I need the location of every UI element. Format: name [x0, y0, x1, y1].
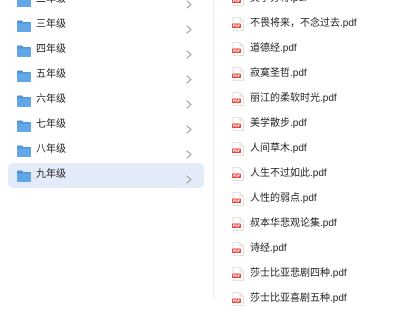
file-label: 丽江的柔软时光.pdf	[250, 93, 337, 104]
pdf-file-icon: PDF	[232, 142, 244, 156]
pdf-file-icon: PDF	[232, 192, 244, 206]
folder-item[interactable]: 九年级	[8, 163, 204, 188]
file-pane: PDF美学分得.pdfPDF不畏将来，不念过去.pdfPDF道德经.pdfPDF…	[214, 0, 400, 306]
folder-label: 八年级	[36, 144, 66, 155]
chevron-right-icon	[186, 0, 192, 9]
folder-icon	[17, 19, 31, 32]
folder-item[interactable]: 四年级	[8, 38, 204, 63]
folder-list: 二年级三年级四年级五年级六年级七年级八年级九年级	[8, 0, 204, 188]
file-item[interactable]: PDF 美学分得.pdf	[232, 0, 400, 12]
file-item[interactable]: PDF 莎士比亚悲剧四种.pdf	[232, 262, 400, 287]
chevron-right-icon	[186, 121, 192, 134]
folder-icon	[17, 119, 31, 132]
file-label: 诗经.pdf	[250, 243, 287, 254]
pdf-file-icon: PDF	[232, 292, 244, 306]
pdf-file-icon: PDF	[232, 117, 244, 131]
chevron-right-icon	[186, 96, 192, 109]
file-list: PDF美学分得.pdfPDF不畏将来，不念过去.pdfPDF道德经.pdfPDF…	[232, 0, 400, 312]
file-item[interactable]: PDF 不畏将来，不念过去.pdf	[232, 12, 400, 37]
pdf-file-icon: PDF	[232, 217, 244, 231]
file-item[interactable]: PDF 寂寞圣哲.pdf	[232, 62, 400, 87]
file-label: 寂寞圣哲.pdf	[250, 68, 307, 79]
chevron-right-icon	[186, 46, 192, 59]
folder-label: 四年级	[36, 44, 66, 55]
folder-item[interactable]: 三年级	[8, 13, 204, 38]
folder-icon	[17, 69, 31, 82]
svg-text:PDF: PDF	[233, 174, 241, 178]
svg-text:PDF: PDF	[233, 124, 241, 128]
file-item[interactable]: PDF 诗经.pdf	[232, 237, 400, 262]
pdf-file-icon: PDF	[232, 242, 244, 256]
svg-text:PDF: PDF	[233, 199, 241, 203]
svg-text:PDF: PDF	[233, 274, 241, 278]
file-item[interactable]: PDF 丽江的柔软时光.pdf	[232, 87, 400, 112]
file-item[interactable]: PDF 莎士比亚喜剧五种.pdf	[232, 287, 400, 312]
file-label: 莎士比亚悲剧四种.pdf	[250, 268, 347, 279]
pdf-file-icon: PDF	[232, 17, 244, 31]
file-item[interactable]: PDF 叔本华悲观论集.pdf	[232, 212, 400, 237]
chevron-right-icon	[186, 71, 192, 84]
folder-label: 五年级	[36, 69, 66, 80]
folder-item[interactable]: 六年级	[8, 88, 204, 113]
folder-item[interactable]: 七年级	[8, 113, 204, 138]
folder-icon	[17, 169, 31, 182]
svg-text:PDF: PDF	[233, 249, 241, 253]
svg-text:PDF: PDF	[233, 74, 241, 78]
pdf-file-icon: PDF	[232, 167, 244, 181]
file-label: 莎士比亚喜剧五种.pdf	[250, 293, 347, 304]
chevron-right-icon	[186, 171, 192, 184]
file-label: 叔本华悲观论集.pdf	[250, 218, 337, 229]
folder-pane: 二年级三年级四年级五年级六年级七年级八年级九年级	[0, 0, 213, 299]
svg-text:PDF: PDF	[233, 299, 241, 303]
folder-icon	[17, 144, 31, 157]
pdf-file-icon: PDF	[232, 0, 244, 6]
folder-label: 九年级	[36, 169, 66, 180]
pdf-file-icon: PDF	[232, 92, 244, 106]
file-item[interactable]: PDF 人性的弱点.pdf	[232, 187, 400, 212]
file-label: 人性的弱点.pdf	[250, 193, 317, 204]
chevron-right-icon	[186, 146, 192, 159]
folder-item[interactable]: 八年级	[8, 138, 204, 163]
folder-label: 二年级	[36, 0, 66, 7]
pdf-file-icon: PDF	[232, 267, 244, 281]
file-label: 人生不过如此.pdf	[250, 168, 327, 179]
folder-label: 三年级	[36, 19, 66, 30]
folder-item[interactable]: 二年级	[8, 0, 204, 13]
svg-text:PDF: PDF	[233, 149, 241, 153]
folder-icon	[17, 0, 31, 7]
svg-text:PDF: PDF	[233, 24, 241, 28]
svg-text:PDF: PDF	[233, 224, 241, 228]
pdf-file-icon: PDF	[232, 67, 244, 81]
svg-text:PDF: PDF	[233, 99, 241, 103]
file-label: 美学散步.pdf	[250, 118, 307, 129]
file-label: 美学分得.pdf	[250, 0, 307, 6]
folder-label: 六年级	[36, 94, 66, 105]
folder-icon	[17, 94, 31, 107]
folder-item[interactable]: 五年级	[8, 63, 204, 88]
folder-label: 七年级	[36, 119, 66, 130]
svg-text:PDF: PDF	[233, 49, 241, 53]
file-item[interactable]: PDF 人生不过如此.pdf	[232, 162, 400, 187]
file-item[interactable]: PDF 美学散步.pdf	[232, 112, 400, 137]
file-item[interactable]: PDF 道德经.pdf	[232, 37, 400, 62]
chevron-right-icon	[186, 21, 192, 34]
svg-text:PDF: PDF	[233, 0, 241, 3]
file-label: 不畏将来，不念过去.pdf	[250, 18, 357, 29]
folder-icon	[17, 44, 31, 57]
file-label: 道德经.pdf	[250, 43, 297, 54]
file-item[interactable]: PDF 人间草木.pdf	[232, 137, 400, 162]
pdf-file-icon: PDF	[232, 42, 244, 56]
file-label: 人间草木.pdf	[250, 143, 307, 154]
